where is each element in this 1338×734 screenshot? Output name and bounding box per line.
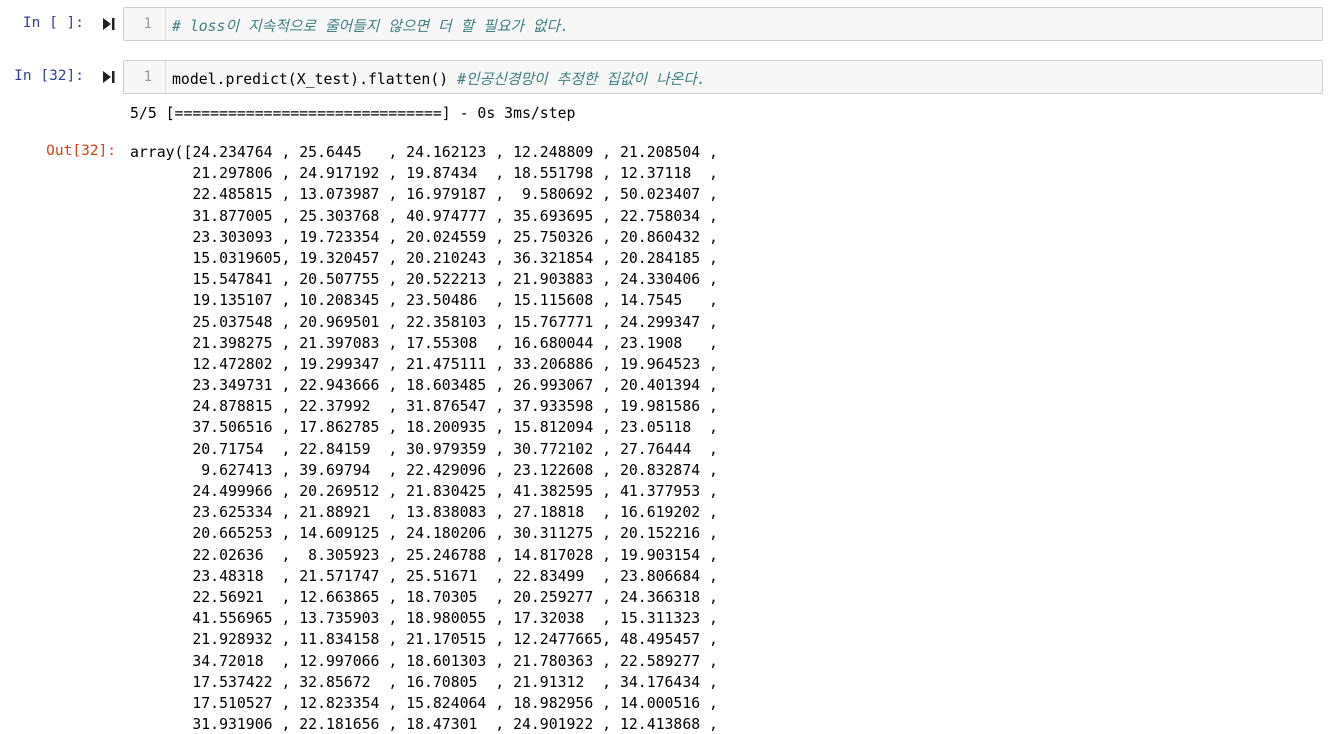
output-row: 20.71754 , 22.84159 , 30.979359 , 30.772… xyxy=(130,440,718,458)
output-row: 31.931906 , 22.181656 , 18.47301 , 24.90… xyxy=(130,716,718,734)
output-row: 23.349731 , 22.943666 , 18.603485 , 26.9… xyxy=(130,377,718,395)
output-row: 23.303093 , 19.723354 , 20.024559 , 25.7… xyxy=(130,228,718,246)
code-cell[interactable]: 1 # loss이 지속적으로 줄어들지 않으면 더 할 필요가 없다. xyxy=(123,7,1323,41)
line-number: 1 xyxy=(143,16,152,32)
output-row: 9.627413 , 39.69794 , 22.429096 , 23.122… xyxy=(130,461,718,479)
output-row: 17.537422 , 32.85672 , 16.70805 , 21.913… xyxy=(130,673,718,691)
code-text: model.predict(X_test).flatten() xyxy=(172,71,458,88)
stream-output: 5/5 [==============================] - 0… xyxy=(130,105,576,122)
input-prompt: In [32]: xyxy=(14,68,84,84)
output-row: 23.625334 , 21.88921 , 13.838083 , 27.18… xyxy=(130,504,718,522)
line-gutter: 1 xyxy=(124,8,166,40)
output-row: 15.547841 , 20.507755 , 20.522213 , 21.9… xyxy=(130,271,718,289)
output-row: 21.398275 , 21.397083 , 17.55308 , 16.68… xyxy=(130,334,718,352)
code-comment: # loss이 지속적으로 줄어들지 않으면 더 할 필요가 없다. xyxy=(172,18,569,35)
output-row: 25.037548 , 20.969501 , 22.358103 , 15.7… xyxy=(130,313,718,331)
output-row: 17.510527 , 12.823354 , 15.824064 , 18.9… xyxy=(130,694,718,712)
output-row: array([24.234764 , 25.6445 , 24.162123 ,… xyxy=(130,144,718,161)
output-row: 41.556965 , 13.735903 , 18.980055 , 17.3… xyxy=(130,610,718,628)
code-comment: #인공신경망이 추정한 집값이 나온다. xyxy=(457,71,706,88)
output-prompt: Out[32]: xyxy=(46,143,116,159)
code-cell[interactable]: 1 model.predict(X_test).flatten() #인공신경망… xyxy=(123,60,1323,94)
output-row: 37.506516 , 17.862785 , 18.200935 , 15.8… xyxy=(130,419,718,437)
output-row: 22.485815 , 13.073987 , 16.979187 , 9.58… xyxy=(130,186,718,204)
output-row: 24.499966 , 20.269512 , 21.830425 , 41.3… xyxy=(130,483,718,500)
output-row: 21.928932 , 11.834158 , 21.170515 , 12.2… xyxy=(130,631,718,649)
run-cell-icon[interactable] xyxy=(102,17,116,31)
output-row: 23.48318 , 21.571747 , 25.51671 , 22.834… xyxy=(130,567,718,585)
output-row: 22.56921 , 12.663865 , 18.70305 , 20.259… xyxy=(130,588,718,606)
input-prompt: In [ ]: xyxy=(22,15,84,31)
run-cell-icon[interactable] xyxy=(102,70,116,84)
output-row: 15.0319605, 19.320457 , 20.210243 , 36.3… xyxy=(130,249,718,267)
output-row: 20.665253 , 14.609125 , 24.180206 , 30.3… xyxy=(130,525,718,543)
output-row: 19.135107 , 10.208345 , 23.50486 , 15.11… xyxy=(130,292,718,310)
output-row: 24.878815 , 22.37992 , 31.876547 , 37.93… xyxy=(130,398,718,416)
output-row: 34.72018 , 12.997066 , 18.601303 , 21.78… xyxy=(130,652,718,670)
line-gutter: 1 xyxy=(124,61,166,93)
line-number: 1 xyxy=(143,69,152,85)
output-row: 21.297806 , 24.917192 , 19.87434 , 18.55… xyxy=(130,165,718,183)
output-row: 31.877005 , 25.303768 , 40.974777 , 35.6… xyxy=(130,207,718,225)
code-editor[interactable]: # loss이 지속적으로 줄어들지 않으면 더 할 필요가 없다. xyxy=(172,15,569,36)
output-array: array([24.234764 , 25.6445 , 24.162123 ,… xyxy=(130,142,830,734)
output-row: 22.02636 , 8.305923 , 25.246788 , 14.817… xyxy=(130,546,718,564)
output-row: 12.472802 , 19.299347 , 21.475111 , 33.2… xyxy=(130,355,718,373)
code-editor[interactable]: model.predict(X_test).flatten() #인공신경망이 … xyxy=(172,68,706,89)
